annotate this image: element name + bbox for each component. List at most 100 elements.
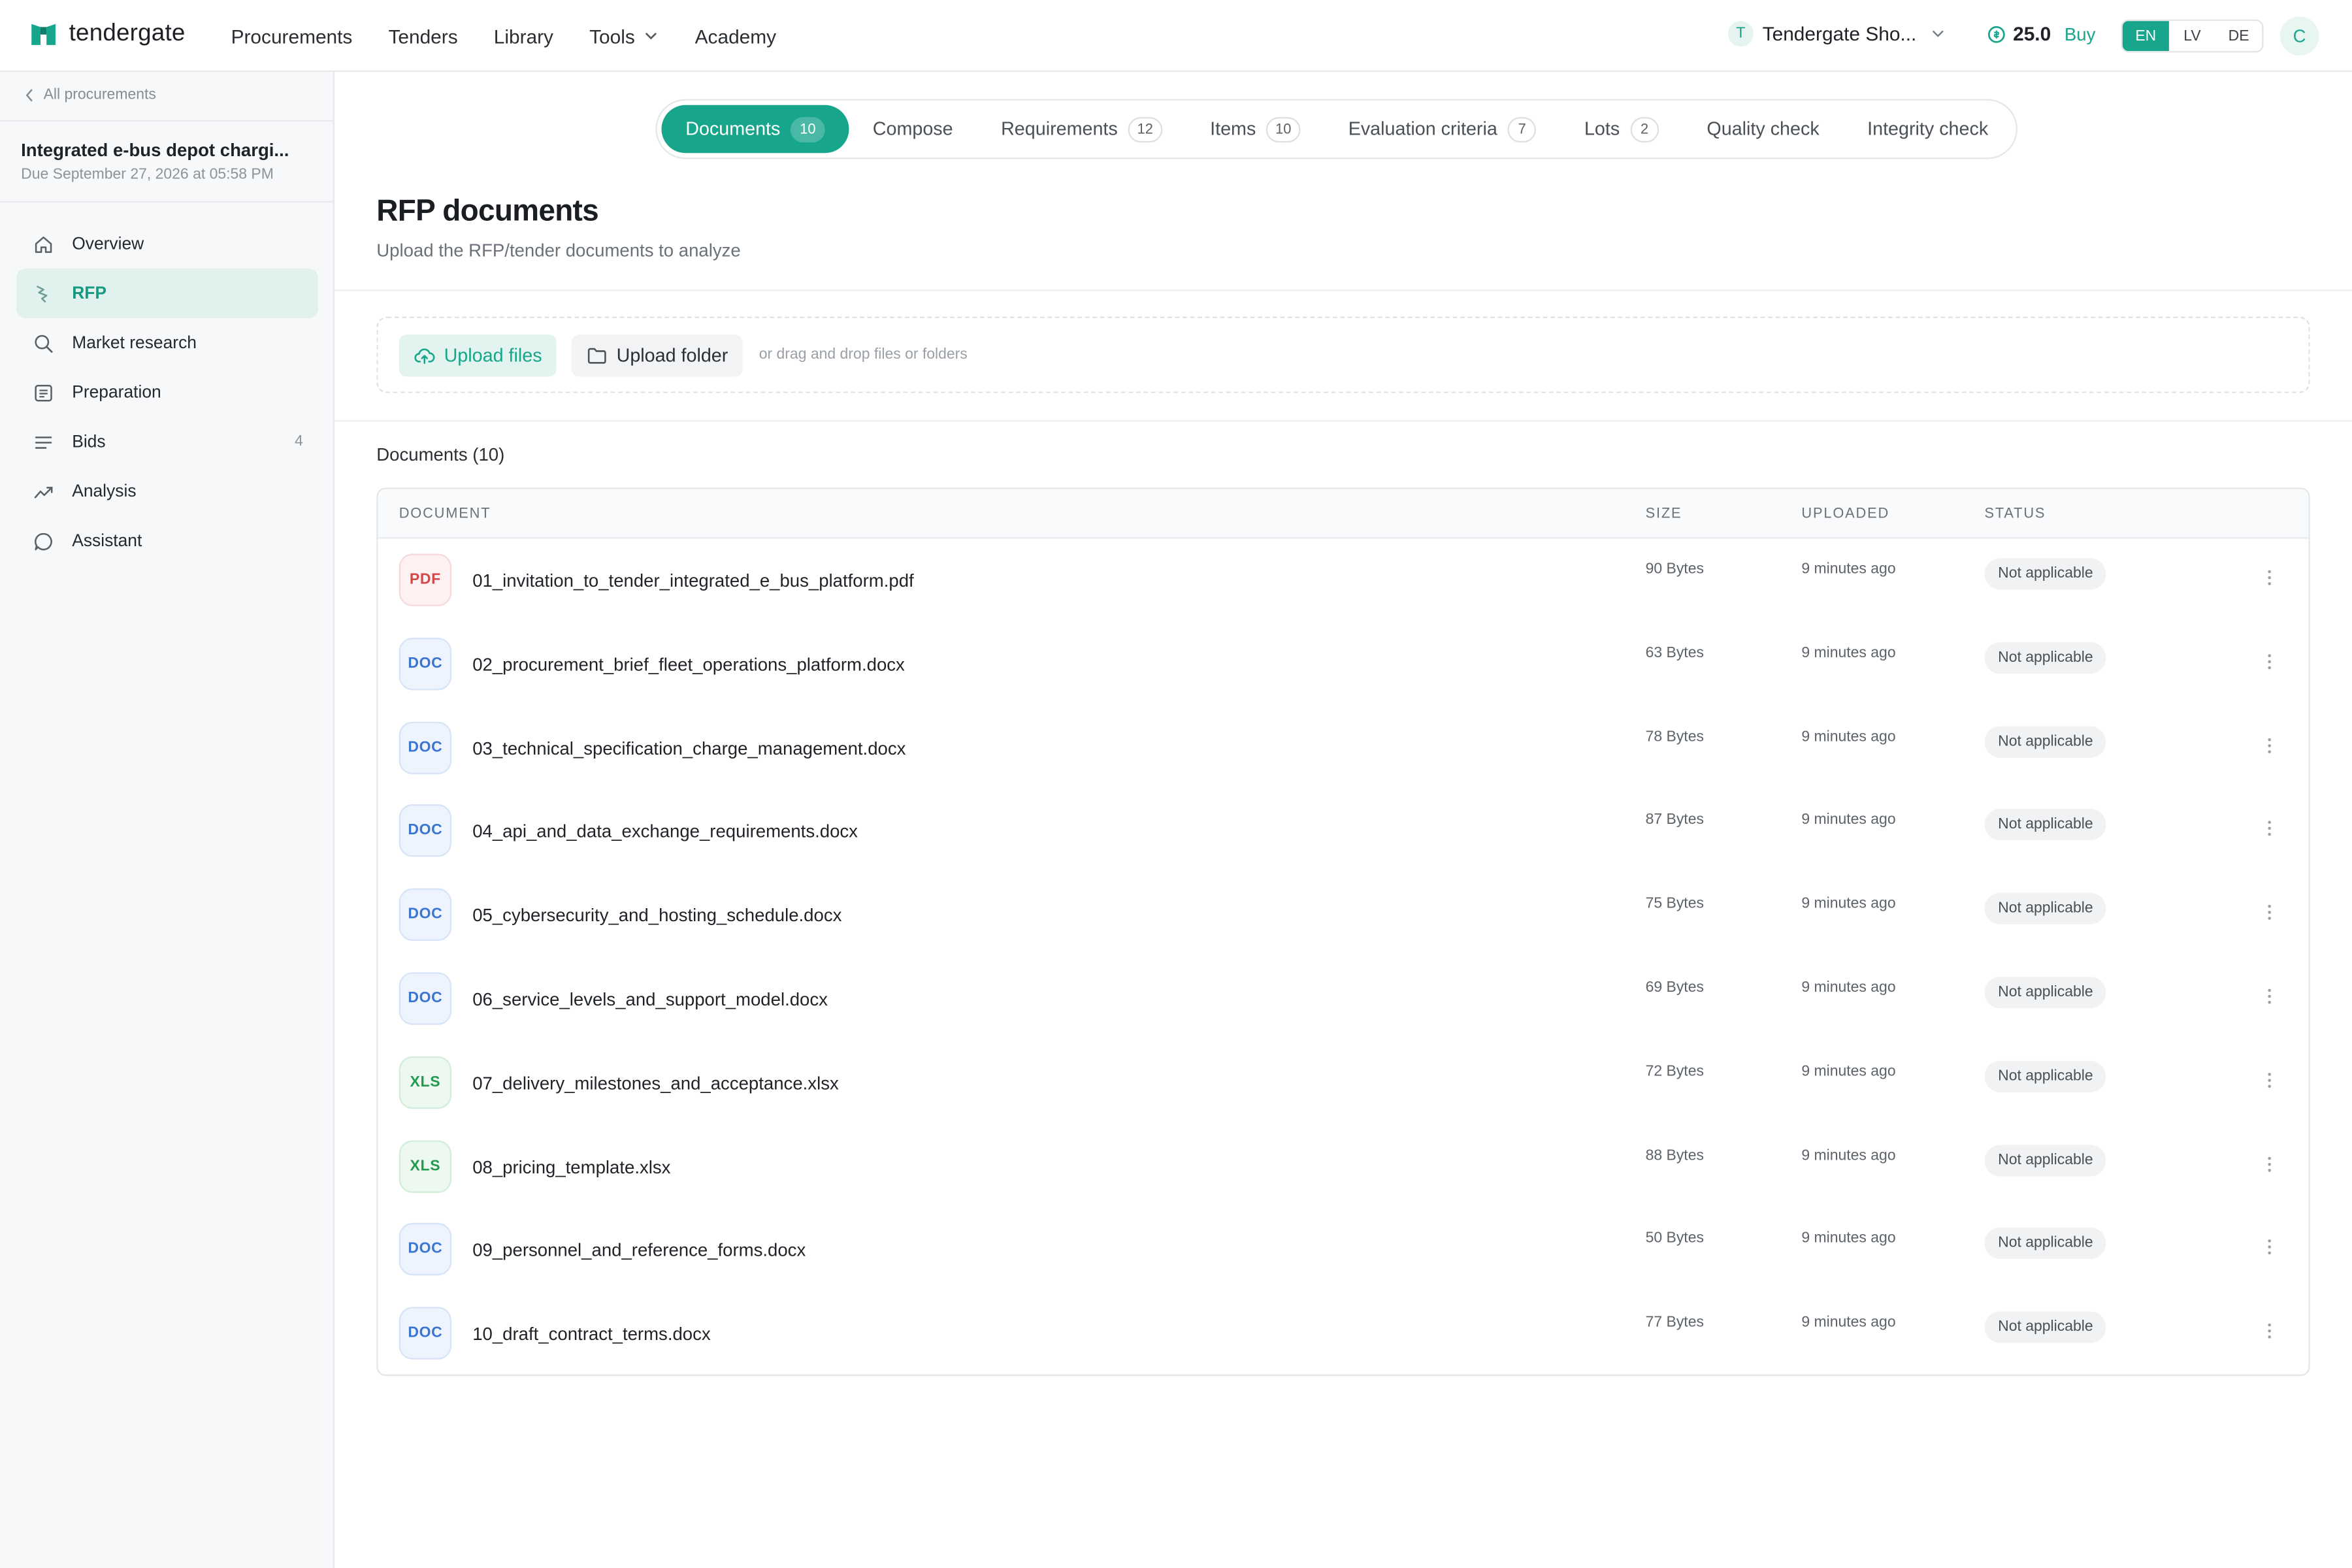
table-row[interactable]: DOC 06_service_levels_and_support_model.d…	[378, 957, 2309, 1041]
document-size: 75 Bytes	[1645, 896, 1704, 913]
more-options-icon[interactable]	[2262, 733, 2277, 757]
more-options-icon[interactable]	[2262, 1319, 2277, 1343]
more-options-icon[interactable]	[2262, 649, 2277, 674]
sidebar-item-overview[interactable]: Overview	[16, 219, 318, 269]
table-row[interactable]: DOC 02_procurement_brief_fleet_operations…	[378, 623, 2309, 707]
lang-en[interactable]: EN	[2122, 21, 2169, 52]
document-name[interactable]: 02_procurement_brief_fleet_operations_pl…	[472, 654, 905, 675]
nav-label: Tools	[589, 24, 635, 48]
lang-de[interactable]: DE	[2215, 21, 2262, 51]
file-type-doc-icon: DOC	[399, 1223, 452, 1277]
search-icon	[33, 333, 54, 353]
document-name[interactable]: 03_technical_specification_charge_manage…	[472, 738, 906, 759]
sidebar-item-market-research[interactable]: Market research	[16, 318, 318, 368]
nav-tenders[interactable]: Tenders	[388, 25, 457, 47]
sidebar-item-analysis[interactable]: Analysis	[16, 466, 318, 516]
lang-lv[interactable]: LV	[2169, 21, 2215, 51]
file-type-doc-icon: DOC	[399, 889, 452, 941]
nav-academy[interactable]: Academy	[695, 25, 776, 47]
tab-label: Compose	[872, 118, 953, 140]
sidebar-item-rfp[interactable]: RFP	[16, 269, 318, 318]
table-row[interactable]: DOC 05_cybersecurity_and_hosting_schedule…	[378, 874, 2309, 958]
column-header-status[interactable]: STATUS	[1984, 506, 2046, 522]
table-row[interactable]: XLS 07_delivery_milestones_and_acceptance…	[378, 1041, 2309, 1125]
tab-integrity-check[interactable]: Integrity check	[1843, 105, 2012, 153]
column-header-size[interactable]: SIZE	[1646, 506, 1682, 522]
document-name[interactable]: 01_invitation_to_tender_integrated_e_bus…	[472, 570, 913, 591]
tab-quality-check[interactable]: Quality check	[1683, 105, 1844, 153]
document-uploaded: 9 minutes ago	[1801, 812, 1896, 829]
sidebar-item-label: Overview	[72, 235, 144, 253]
tab-compose[interactable]: Compose	[849, 105, 977, 153]
document-name[interactable]: 09_personnel_and_reference_forms.docx	[472, 1240, 806, 1261]
upload-folder-button[interactable]: Upload folder	[571, 335, 743, 377]
home-icon	[33, 233, 54, 254]
nav-procurements[interactable]: Procurements	[231, 25, 353, 47]
more-options-icon[interactable]	[2262, 1235, 2277, 1260]
tab-lots[interactable]: Lots 2	[1560, 105, 1682, 153]
tab-requirements[interactable]: Requirements 12	[977, 105, 1186, 153]
document-size: 50 Bytes	[1645, 1231, 1704, 1248]
document-name[interactable]: 06_service_levels_and_support_model.docx	[472, 989, 828, 1010]
file-type-xls-icon: XLS	[399, 1139, 452, 1192]
column-header-uploaded[interactable]: UPLOADED	[1801, 506, 1889, 522]
more-options-icon[interactable]	[2262, 817, 2277, 841]
drop-hint: or drag and drop files or folders	[759, 346, 968, 363]
more-options-icon[interactable]	[2262, 985, 2277, 1009]
column-header-document[interactable]: DOCUMENT	[399, 506, 491, 522]
upload-files-button[interactable]: Upload files	[399, 335, 557, 377]
list-icon	[33, 431, 54, 452]
document-name[interactable]: 08_pricing_template.xlsx	[472, 1156, 670, 1177]
table-row[interactable]: PDF 01_invitation_to_tender_integrated_e_…	[378, 539, 2309, 623]
tab-label: Integrity check	[1867, 118, 1989, 140]
document-uploaded: 9 minutes ago	[1801, 1147, 1896, 1164]
document-size: 72 Bytes	[1645, 1063, 1704, 1081]
tab-evaluation-criteria[interactable]: Evaluation criteria 7	[1324, 105, 1560, 153]
table-row[interactable]: DOC 03_technical_specification_charge_man…	[378, 706, 2309, 791]
sidebar-item-preparation[interactable]: Preparation	[16, 368, 318, 417]
more-options-icon[interactable]	[2262, 1152, 2277, 1176]
back-link-label: All procurements	[43, 87, 156, 104]
document-name[interactable]: 07_delivery_milestones_and_acceptance.xl…	[472, 1073, 839, 1094]
table-row[interactable]: XLS 08_pricing_template.xlsx 88 Bytes 9 min…	[378, 1125, 2309, 1209]
chevron-left-icon	[25, 89, 33, 102]
sidebar-item-assistant[interactable]: Assistant	[16, 516, 318, 566]
divider	[334, 289, 2352, 291]
document-name[interactable]: 10_draft_contract_terms.docx	[472, 1324, 710, 1345]
table-row[interactable]: DOC 10_draft_contract_terms.docx 77 Bytes 9…	[378, 1292, 2309, 1377]
nav-library[interactable]: Library	[494, 25, 553, 47]
chat-icon	[33, 531, 54, 551]
upload-dropzone[interactable]: Upload files Upload folder or drag and d…	[376, 316, 2310, 393]
sidebar-item-bids[interactable]: Bids 4	[16, 417, 318, 466]
rfp-tabs: Documents 10 Compose Requirements 12 Ite…	[655, 99, 2019, 159]
tab-documents[interactable]: Documents 10	[661, 105, 849, 154]
document-name[interactable]: 04_api_and_data_exchange_requirements.do…	[472, 821, 858, 842]
document-size: 78 Bytes	[1645, 728, 1704, 745]
coin-icon	[1987, 25, 2005, 42]
more-options-icon[interactable]	[2262, 900, 2277, 924]
page-subtitle: Upload the RFP/tender documents to analy…	[376, 240, 741, 261]
brand-name: tendergate	[69, 21, 186, 47]
sidebar-item-label: Preparation	[72, 383, 161, 402]
table-row[interactable]: DOC 09_personnel_and_reference_forms.docx…	[378, 1209, 2309, 1293]
brand[interactable]: tendergate	[30, 21, 186, 48]
document-size: 63 Bytes	[1645, 645, 1704, 662]
nav-label: Academy	[694, 24, 777, 48]
more-options-icon[interactable]	[2262, 1068, 2277, 1092]
table-row[interactable]: DOC 04_api_and_data_exchange_requirements…	[378, 790, 2309, 874]
documents-table: DOCUMENT SIZE UPLOADED STATUS PDF 01_invi…	[376, 487, 2310, 1377]
page-title: RFP documents	[376, 195, 599, 229]
document-uploaded: 9 minutes ago	[1801, 979, 1896, 997]
tab-label: Items	[1210, 118, 1256, 140]
document-uploaded: 9 minutes ago	[1801, 1315, 1896, 1331]
more-options-icon[interactable]	[2262, 566, 2277, 590]
tab-items[interactable]: Items 10	[1186, 105, 1324, 153]
organization-select[interactable]: T Tendergate Sho...	[1727, 21, 1950, 47]
document-name[interactable]: 05_cybersecurity_and_hosting_schedule.do…	[472, 905, 841, 926]
documents-heading: Documents (10)	[376, 444, 505, 465]
nav-tools[interactable]: Tools	[589, 25, 659, 47]
user-avatar[interactable]: C	[2279, 16, 2319, 56]
back-to-procurements-link[interactable]: All procurements	[24, 87, 156, 103]
buy-credits-link[interactable]: Buy	[2065, 24, 2095, 44]
nav-label: Procurements	[231, 24, 353, 48]
